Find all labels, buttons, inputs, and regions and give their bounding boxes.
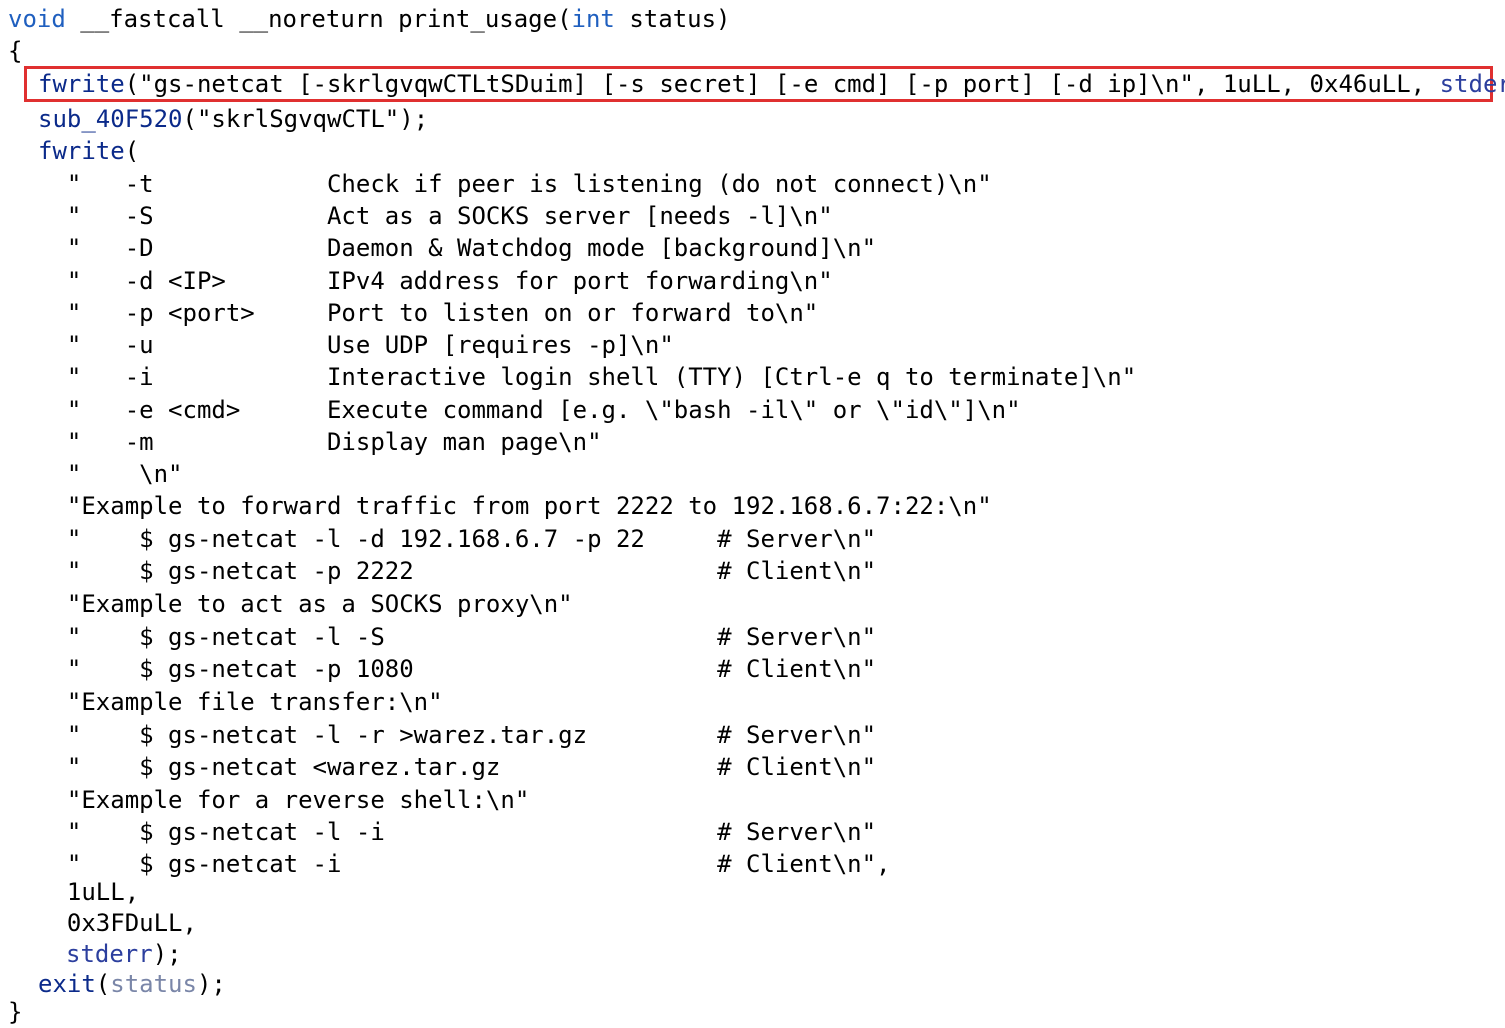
exit-close: ); bbox=[196, 970, 226, 998]
fwrite-help-call: fwrite( bbox=[38, 135, 139, 167]
stderr-arg: stderr bbox=[1439, 70, 1505, 98]
fwrite-help-name: fwrite bbox=[38, 137, 125, 165]
string-line: " $ gs-netcat <warez.tar.gz # Client\n" bbox=[38, 753, 877, 781]
fwrite-count-arg: 0x3FDuLL, bbox=[38, 909, 197, 937]
exit-call-line: exit(status); bbox=[38, 968, 226, 1000]
fwrite-call: fwrite bbox=[38, 70, 125, 98]
string-line: " -D Daemon & Watchdog mode [background]… bbox=[38, 234, 877, 262]
sub-function-args: ("skrlSgvqwCTL"); bbox=[182, 105, 429, 133]
string-line: "Example to act as a SOCKS proxy\n" bbox=[38, 590, 573, 618]
fwrite-usage-line: fwrite("gs-netcat [-skrlgvqwCTLtSDuim] [… bbox=[38, 68, 1505, 100]
signature-text: __fastcall __noreturn print_usage( bbox=[65, 5, 572, 33]
string-line: " $ gs-netcat -l -i # Server\n" bbox=[38, 818, 877, 846]
string-line: " -t Check if peer is listening (do not … bbox=[38, 170, 992, 198]
string-line: "Example for a reverse shell:\n" bbox=[38, 786, 530, 814]
close-brace: } bbox=[8, 998, 23, 1026]
function-signature: void __fastcall __noreturn print_usage(i… bbox=[8, 3, 730, 35]
string-line: "Example file transfer:\n" bbox=[38, 688, 443, 716]
string-line: " $ gs-netcat -l -S # Server\n" bbox=[38, 623, 877, 651]
string-line: " $ gs-netcat -p 2222 # Client\n" bbox=[38, 557, 877, 585]
string-line: " -u Use UDP [requires -p]\n" bbox=[38, 331, 674, 359]
fwrite-stream-line: stderr); bbox=[66, 938, 182, 970]
fwrite-size-arg: 1uLL, bbox=[38, 878, 140, 906]
string-line: " -S Act as a SOCKS server [needs -l]\n" bbox=[38, 202, 833, 230]
stderr-stream: stderr bbox=[66, 940, 153, 968]
exit-status-arg: status bbox=[110, 970, 197, 998]
keyword-int: int bbox=[571, 5, 615, 33]
fwrite-usage-args: ("gs-netcat [-skrlgvqwCTLtSDuim] [-s sec… bbox=[124, 70, 1440, 98]
string-line: " -i Interactive login shell (TTY) [Ctrl… bbox=[38, 363, 1137, 391]
string-line: " $ gs-netcat -l -r >warez.tar.gz # Serv… bbox=[38, 721, 877, 749]
string-line: " $ gs-netcat -i # Client\n", bbox=[38, 850, 891, 878]
string-line: " \n" bbox=[38, 460, 183, 488]
code-view: void __fastcall __noreturn print_usage(i… bbox=[0, 0, 1505, 1028]
sub-call-line: sub_40F520("skrlSgvqwCTL"); bbox=[38, 103, 428, 135]
sub-function-name: sub_40F520 bbox=[38, 105, 183, 133]
keyword-void: void bbox=[8, 5, 66, 33]
exit-function: exit bbox=[38, 970, 96, 998]
open-brace: { bbox=[8, 37, 23, 65]
exit-open: ( bbox=[95, 970, 111, 998]
string-line: " -m Display man page\n" bbox=[38, 428, 602, 456]
string-line: " $ gs-netcat -p 1080 # Client\n" bbox=[38, 655, 877, 683]
string-line: "Example to forward traffic from port 22… bbox=[38, 492, 992, 520]
signature-param: status) bbox=[614, 5, 731, 33]
string-line: " $ gs-netcat -l -d 192.168.6.7 -p 22 # … bbox=[38, 525, 877, 553]
string-line: " -e <cmd> Execute command [e.g. \"bash … bbox=[38, 396, 1021, 424]
fwrite-help-open: ( bbox=[124, 137, 140, 165]
string-line: " -p <port> Port to listen on or forward… bbox=[38, 299, 819, 327]
fwrite-stream-end: ); bbox=[152, 940, 182, 968]
string-line: " -d <IP> IPv4 address for port forwardi… bbox=[38, 267, 833, 295]
